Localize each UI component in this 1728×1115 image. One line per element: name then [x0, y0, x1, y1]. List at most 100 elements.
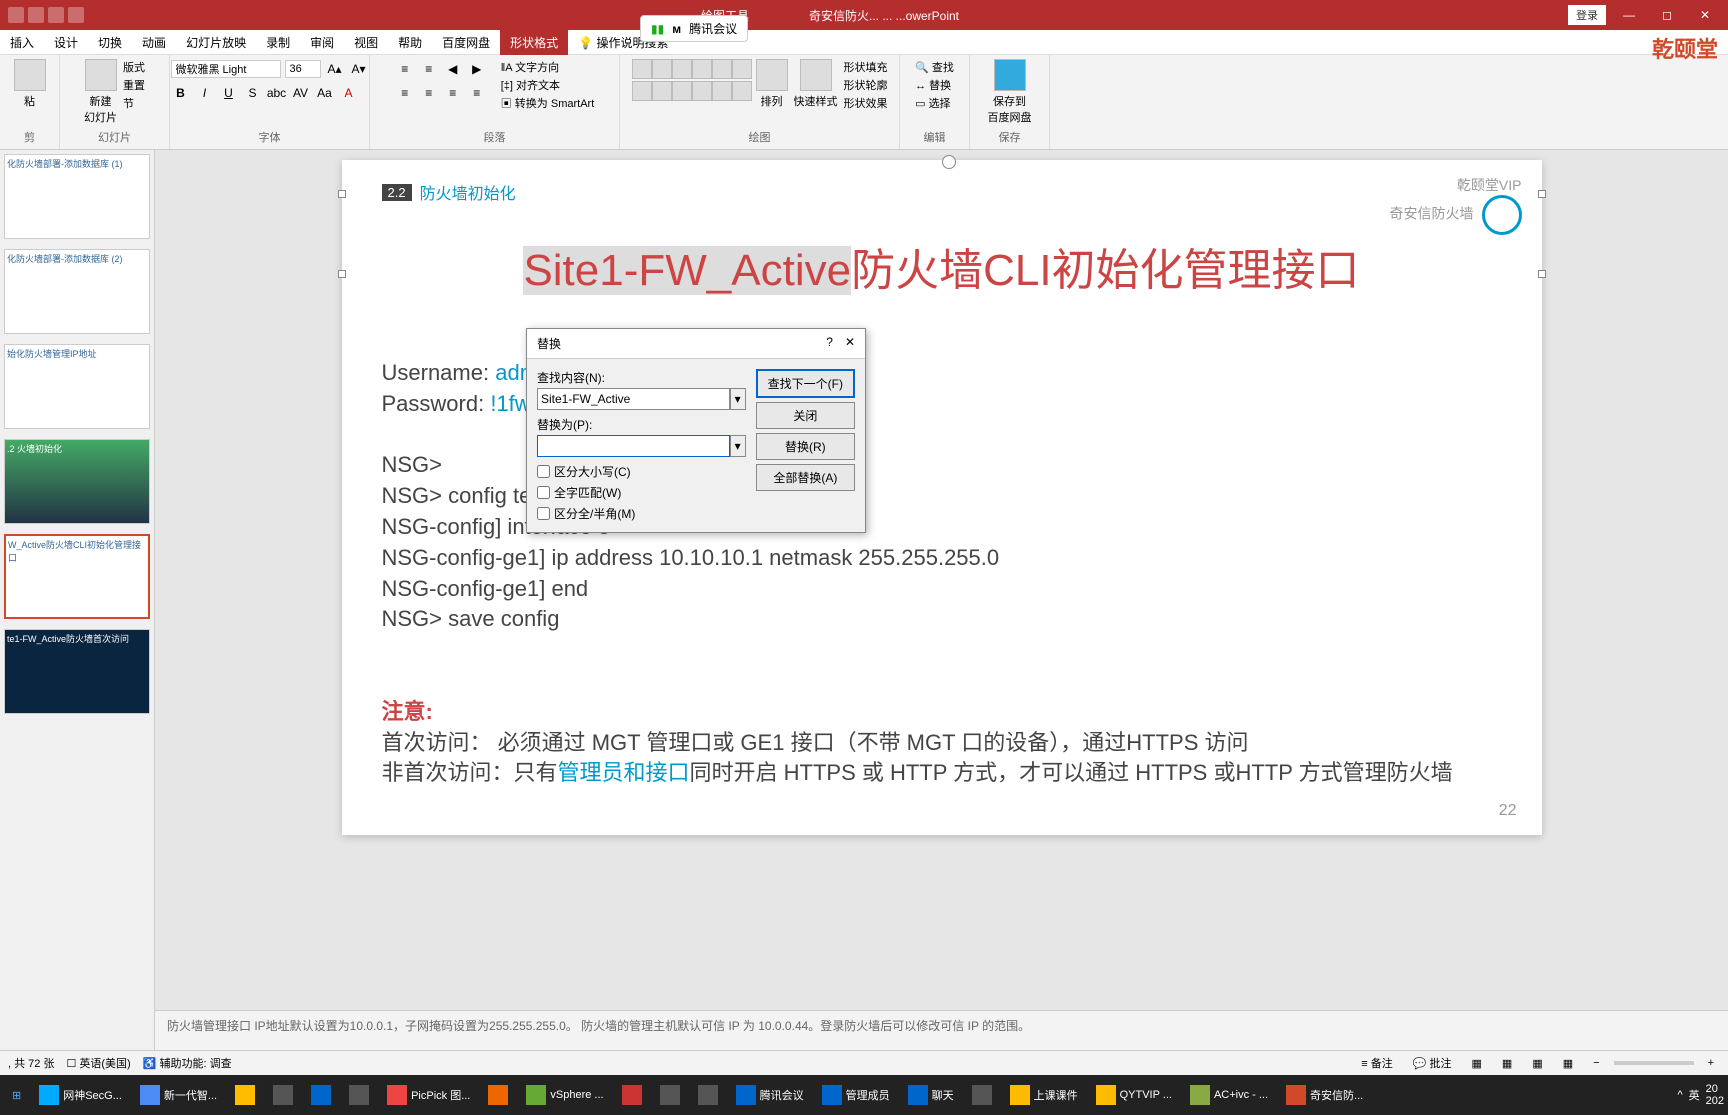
redo-icon[interactable] — [68, 7, 84, 23]
tab-view[interactable]: 视图 — [344, 30, 388, 55]
align-center-icon[interactable]: ≡ — [419, 83, 439, 103]
start-button[interactable]: ⊞ — [4, 1079, 29, 1111]
zoom-out-icon[interactable]: − — [1587, 1055, 1605, 1071]
tab-help[interactable]: 帮助 — [388, 30, 432, 55]
sorter-view-icon[interactable]: ▦ — [1496, 1055, 1518, 1072]
replace-input[interactable] — [537, 435, 730, 457]
tab-slideshow[interactable]: 幻灯片放映 — [176, 30, 256, 55]
taskbar-item[interactable]: 奇安信防... — [1278, 1079, 1371, 1111]
ime-indicator[interactable]: 英 — [1689, 1087, 1700, 1103]
thumbnail[interactable]: 始化防火墙管理IP地址 — [4, 344, 150, 429]
tray-icon[interactable]: ^ — [1677, 1089, 1682, 1101]
slide[interactable]: 2.2 防火墙初始化 乾颐堂VIP 奇安信防火墙 Site1-FW_Active… — [342, 160, 1542, 835]
replace-all-button[interactable]: 全部替换(A) — [756, 464, 855, 491]
undo-icon[interactable] — [48, 7, 64, 23]
find-button[interactable]: 🔍 查找 — [915, 59, 954, 75]
shape-fill-button[interactable]: 形状填充 — [844, 59, 888, 75]
selection-handle[interactable] — [1538, 270, 1546, 278]
accessibility[interactable]: ♿ 辅助功能: 调查 — [143, 1055, 232, 1071]
taskbar-item[interactable] — [480, 1079, 516, 1111]
taskbar-item[interactable]: 新一代智... — [132, 1079, 225, 1111]
indent-left-icon[interactable]: ◀ — [443, 59, 463, 79]
taskbar-item[interactable] — [964, 1079, 1000, 1111]
close-icon[interactable]: ✕ — [1690, 8, 1720, 22]
taskbar-item[interactable] — [303, 1079, 339, 1111]
taskbar-item[interactable]: 管理成员 — [814, 1079, 898, 1111]
thumbnail[interactable]: te1-FW_Active防火墙首次访问 — [4, 629, 150, 714]
rotate-handle-icon[interactable] — [942, 155, 956, 169]
replace-button[interactable]: ↔ 替换 — [915, 77, 954, 93]
bold-icon[interactable]: B — [171, 83, 191, 103]
dropdown-icon[interactable]: ▾ — [730, 388, 746, 410]
taskbar-item[interactable]: vSphere ... — [518, 1079, 611, 1111]
select-button[interactable]: ▭ 选择 — [915, 95, 954, 111]
taskbar-item[interactable] — [690, 1079, 726, 1111]
slideshow-view-icon[interactable]: ▦ — [1557, 1055, 1579, 1072]
find-next-button[interactable]: 查找下一个(F) — [756, 369, 855, 398]
taskbar-item[interactable] — [227, 1079, 263, 1111]
font-size-select[interactable] — [285, 60, 321, 78]
tab-insert[interactable]: 插入 — [0, 30, 44, 55]
help-icon[interactable]: ? — [826, 335, 833, 349]
save-cloud-button[interactable]: 保存到 百度网盘 — [988, 59, 1032, 125]
slide-main-title[interactable]: Site1-FW_Active防火墙CLI初始化管理接口 — [382, 234, 1502, 298]
normal-view-icon[interactable]: ▦ — [1466, 1055, 1488, 1072]
indent-right-icon[interactable]: ▶ — [467, 59, 487, 79]
minimize-icon[interactable]: — — [1614, 8, 1644, 22]
notes-button[interactable]: ≡ 备注 — [1355, 1053, 1398, 1073]
zoom-slider[interactable] — [1614, 1061, 1694, 1065]
text-direction-button[interactable]: ‖A 文字方向 — [501, 59, 595, 75]
justify-icon[interactable]: ≡ — [467, 83, 487, 103]
find-input[interactable] — [537, 388, 730, 410]
font-name-select[interactable] — [171, 60, 281, 78]
numbering-icon[interactable]: ≡ — [419, 59, 439, 79]
reset-button[interactable]: 重置 — [123, 77, 145, 93]
taskbar-item[interactable]: AC+ivc - ... — [1182, 1079, 1276, 1111]
quick-styles-button[interactable]: 快速样式 — [794, 59, 838, 109]
shape-outline-button[interactable]: 形状轮廓 — [844, 77, 888, 93]
align-left-icon[interactable]: ≡ — [395, 83, 415, 103]
tencent-meeting-badge[interactable]: ▮▮ ᴍ 腾讯会议 — [640, 15, 748, 42]
font-color-icon[interactable]: A — [339, 83, 359, 103]
tab-shape-format[interactable]: 形状格式 — [500, 30, 568, 55]
paste-icon[interactable] — [14, 59, 46, 91]
close-icon[interactable]: ✕ — [845, 335, 855, 349]
whole-word-checkbox[interactable]: 全字匹配(W) — [537, 484, 746, 501]
reading-view-icon[interactable]: ▦ — [1526, 1055, 1548, 1072]
strike-icon[interactable]: S — [243, 83, 263, 103]
match-case-checkbox[interactable]: 区分大小写(C) — [537, 463, 746, 480]
thumbnail[interactable]: 化防火墙部署-添加数据库 (1) — [4, 154, 150, 239]
system-tray[interactable]: ^ 英 20202 — [1677, 1083, 1724, 1107]
thumbnail[interactable]: .2 火墙初始化 — [4, 439, 150, 524]
taskbar-item[interactable]: 上课课件 — [1002, 1079, 1086, 1111]
replace-button[interactable]: 替换(R) — [756, 433, 855, 460]
selection-handle[interactable] — [1538, 190, 1546, 198]
notes-pane[interactable]: 防火墙管理接口 IP地址默认设置为10.0.0.1，子网掩码设置为255.255… — [155, 1010, 1728, 1050]
taskbar-item[interactable]: 网神SecG... — [31, 1079, 130, 1111]
underline-icon[interactable]: U — [219, 83, 239, 103]
tab-animation[interactable]: 动画 — [132, 30, 176, 55]
width-checkbox[interactable]: 区分全/半角(M) — [537, 505, 746, 522]
shrink-font-icon[interactable]: A▾ — [349, 59, 369, 79]
selection-handle[interactable] — [338, 270, 346, 278]
align-text-button[interactable]: [‡] 对齐文本 — [501, 77, 595, 93]
grow-font-icon[interactable]: A▴ — [325, 59, 345, 79]
spacing-icon[interactable]: AV — [291, 83, 311, 103]
taskbar-item[interactable] — [265, 1079, 301, 1111]
language[interactable]: ☐ 英语(美国) — [66, 1055, 130, 1071]
tab-record[interactable]: 录制 — [256, 30, 300, 55]
taskbar-item[interactable]: 腾讯会议 — [728, 1079, 812, 1111]
thumbnail-active[interactable]: W_Active防火墙CLI初始化管理接口 — [4, 534, 150, 619]
new-slide-button[interactable]: 新建 幻灯片 — [84, 59, 117, 125]
section-button[interactable]: 节 — [123, 95, 145, 111]
tab-transition[interactable]: 切换 — [88, 30, 132, 55]
close-button[interactable]: 关闭 — [756, 402, 855, 429]
align-right-icon[interactable]: ≡ — [443, 83, 463, 103]
tab-baidu[interactable]: 百度网盘 — [432, 30, 500, 55]
shape-effect-button[interactable]: 形状效果 — [844, 95, 888, 111]
italic-icon[interactable]: I — [195, 83, 215, 103]
taskbar-item[interactable] — [614, 1079, 650, 1111]
taskbar-item[interactable] — [341, 1079, 377, 1111]
taskbar-item[interactable]: QYTVIP ... — [1088, 1079, 1180, 1111]
case-icon[interactable]: Aa — [315, 83, 335, 103]
